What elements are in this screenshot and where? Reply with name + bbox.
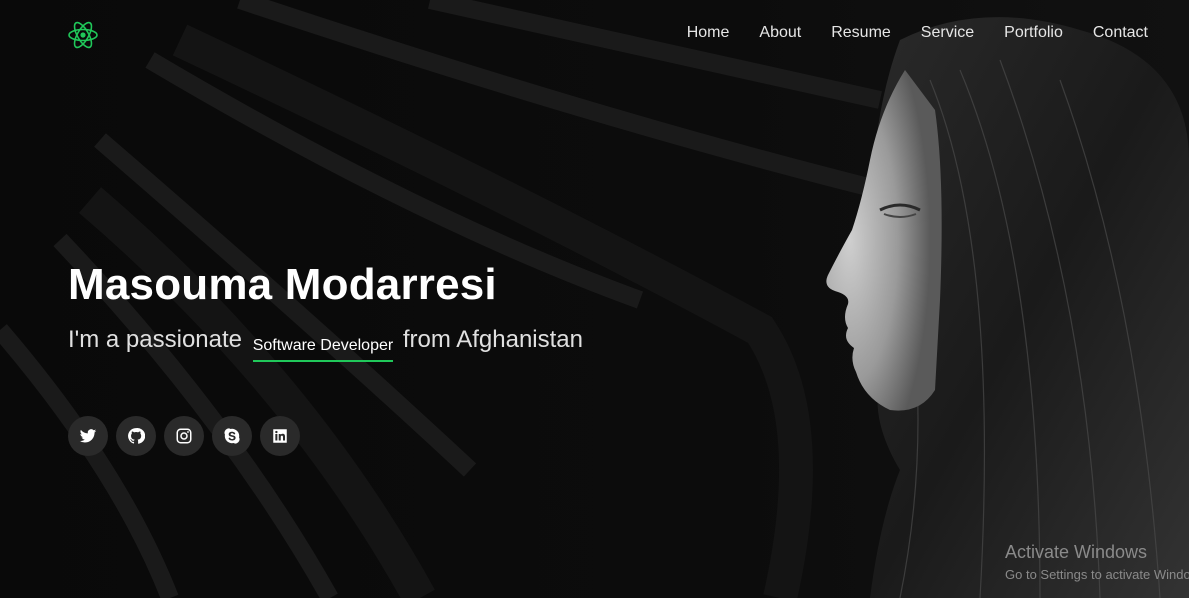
typed-role: Software Developer xyxy=(252,336,394,362)
skype-button[interactable] xyxy=(212,416,252,456)
hero-tagline: I'm a passionate Software Developer from… xyxy=(68,324,583,362)
hero-name: Masouma Modarresi xyxy=(68,260,497,309)
twitter-button[interactable] xyxy=(68,416,108,456)
github-button[interactable] xyxy=(116,416,156,456)
instagram-button[interactable] xyxy=(164,416,204,456)
linkedin-icon xyxy=(273,429,287,443)
nav-menu: Home About Resume Service Portfolio Cont… xyxy=(657,22,1148,44)
atom-logo-icon[interactable] xyxy=(67,19,99,51)
watermark-subtitle: Go to Settings to activate Windows. xyxy=(1005,567,1189,582)
tagline-suffix: from Afghanistan xyxy=(402,326,583,353)
windows-activation-watermark: Activate Windows Go to Settings to activ… xyxy=(1005,542,1189,585)
linkedin-button[interactable] xyxy=(260,416,300,456)
tagline-prefix: I'm a passionate xyxy=(68,326,243,353)
twitter-icon xyxy=(79,429,97,443)
navbar: Home About Resume Service Portfolio Cont… xyxy=(0,0,1189,68)
skype-icon xyxy=(224,428,240,444)
watermark-title: Activate Windows xyxy=(1005,542,1148,562)
nav-home[interactable]: Home xyxy=(687,22,730,44)
hero-content: Masouma Modarresi I'm a passionate Softw… xyxy=(68,258,583,362)
nav-about[interactable]: About xyxy=(759,22,801,44)
nav-service[interactable]: Service xyxy=(921,22,974,44)
nav-contact[interactable]: Contact xyxy=(1093,22,1148,44)
nav-portfolio[interactable]: Portfolio xyxy=(1004,22,1063,44)
github-icon xyxy=(128,428,145,444)
social-links xyxy=(68,416,300,456)
instagram-icon xyxy=(176,428,192,444)
nav-resume[interactable]: Resume xyxy=(831,22,891,44)
